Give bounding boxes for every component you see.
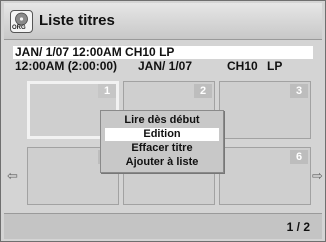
thumbnail-number: 6 <box>290 150 308 164</box>
duration-text: 12:00AM (2:00:00) <box>15 59 118 73</box>
page-title: Liste titres <box>39 12 115 29</box>
title-list-screen: ORG Liste titres JAN/ 1/07 12:00AM CH10 … <box>0 0 326 242</box>
arrow-left-icon[interactable]: ⇦ <box>7 169 18 182</box>
menu-item-add-to-list[interactable]: Ajouter à liste <box>105 156 219 169</box>
channel-text: CH10 <box>227 59 258 73</box>
arrow-right-icon[interactable]: ⇨ <box>312 169 323 182</box>
title-context-menu: Lire dès début Edition Effacer titre Ajo… <box>100 110 224 173</box>
thumbnail-number: 2 <box>194 84 212 98</box>
title-bar: ORG Liste titres <box>4 3 322 40</box>
title-info: JAN/ 1/07 12:00AM CH10 LP 12:00AM (2:00:… <box>13 45 313 75</box>
mode-text: LP <box>267 59 283 73</box>
title-thumbnail-3[interactable]: 3 <box>219 81 311 139</box>
menu-item-play-from-start[interactable]: Lire dès début <box>105 114 219 127</box>
date-text: JAN/ 1/07 <box>138 59 193 73</box>
title-detail-info: 12:00AM (2:00:00) JAN/ 1/07 CH10 LP <box>13 60 313 73</box>
page-indicator: 1 / 2 <box>286 220 310 234</box>
disc-orig-icon: ORG <box>10 10 33 33</box>
thumbnail-number: 1 <box>98 84 116 98</box>
menu-item-edit[interactable]: Edition <box>105 128 219 141</box>
status-bar: 1 / 2 <box>4 213 322 239</box>
title-thumbnail-6[interactable]: 6 <box>219 147 311 205</box>
disc-tag: ORG <box>12 25 26 31</box>
selected-title-info: JAN/ 1/07 12:00AM CH10 LP <box>13 46 313 59</box>
thumbnail-number: 3 <box>290 84 308 98</box>
menu-item-delete-title[interactable]: Effacer titre <box>105 142 219 155</box>
